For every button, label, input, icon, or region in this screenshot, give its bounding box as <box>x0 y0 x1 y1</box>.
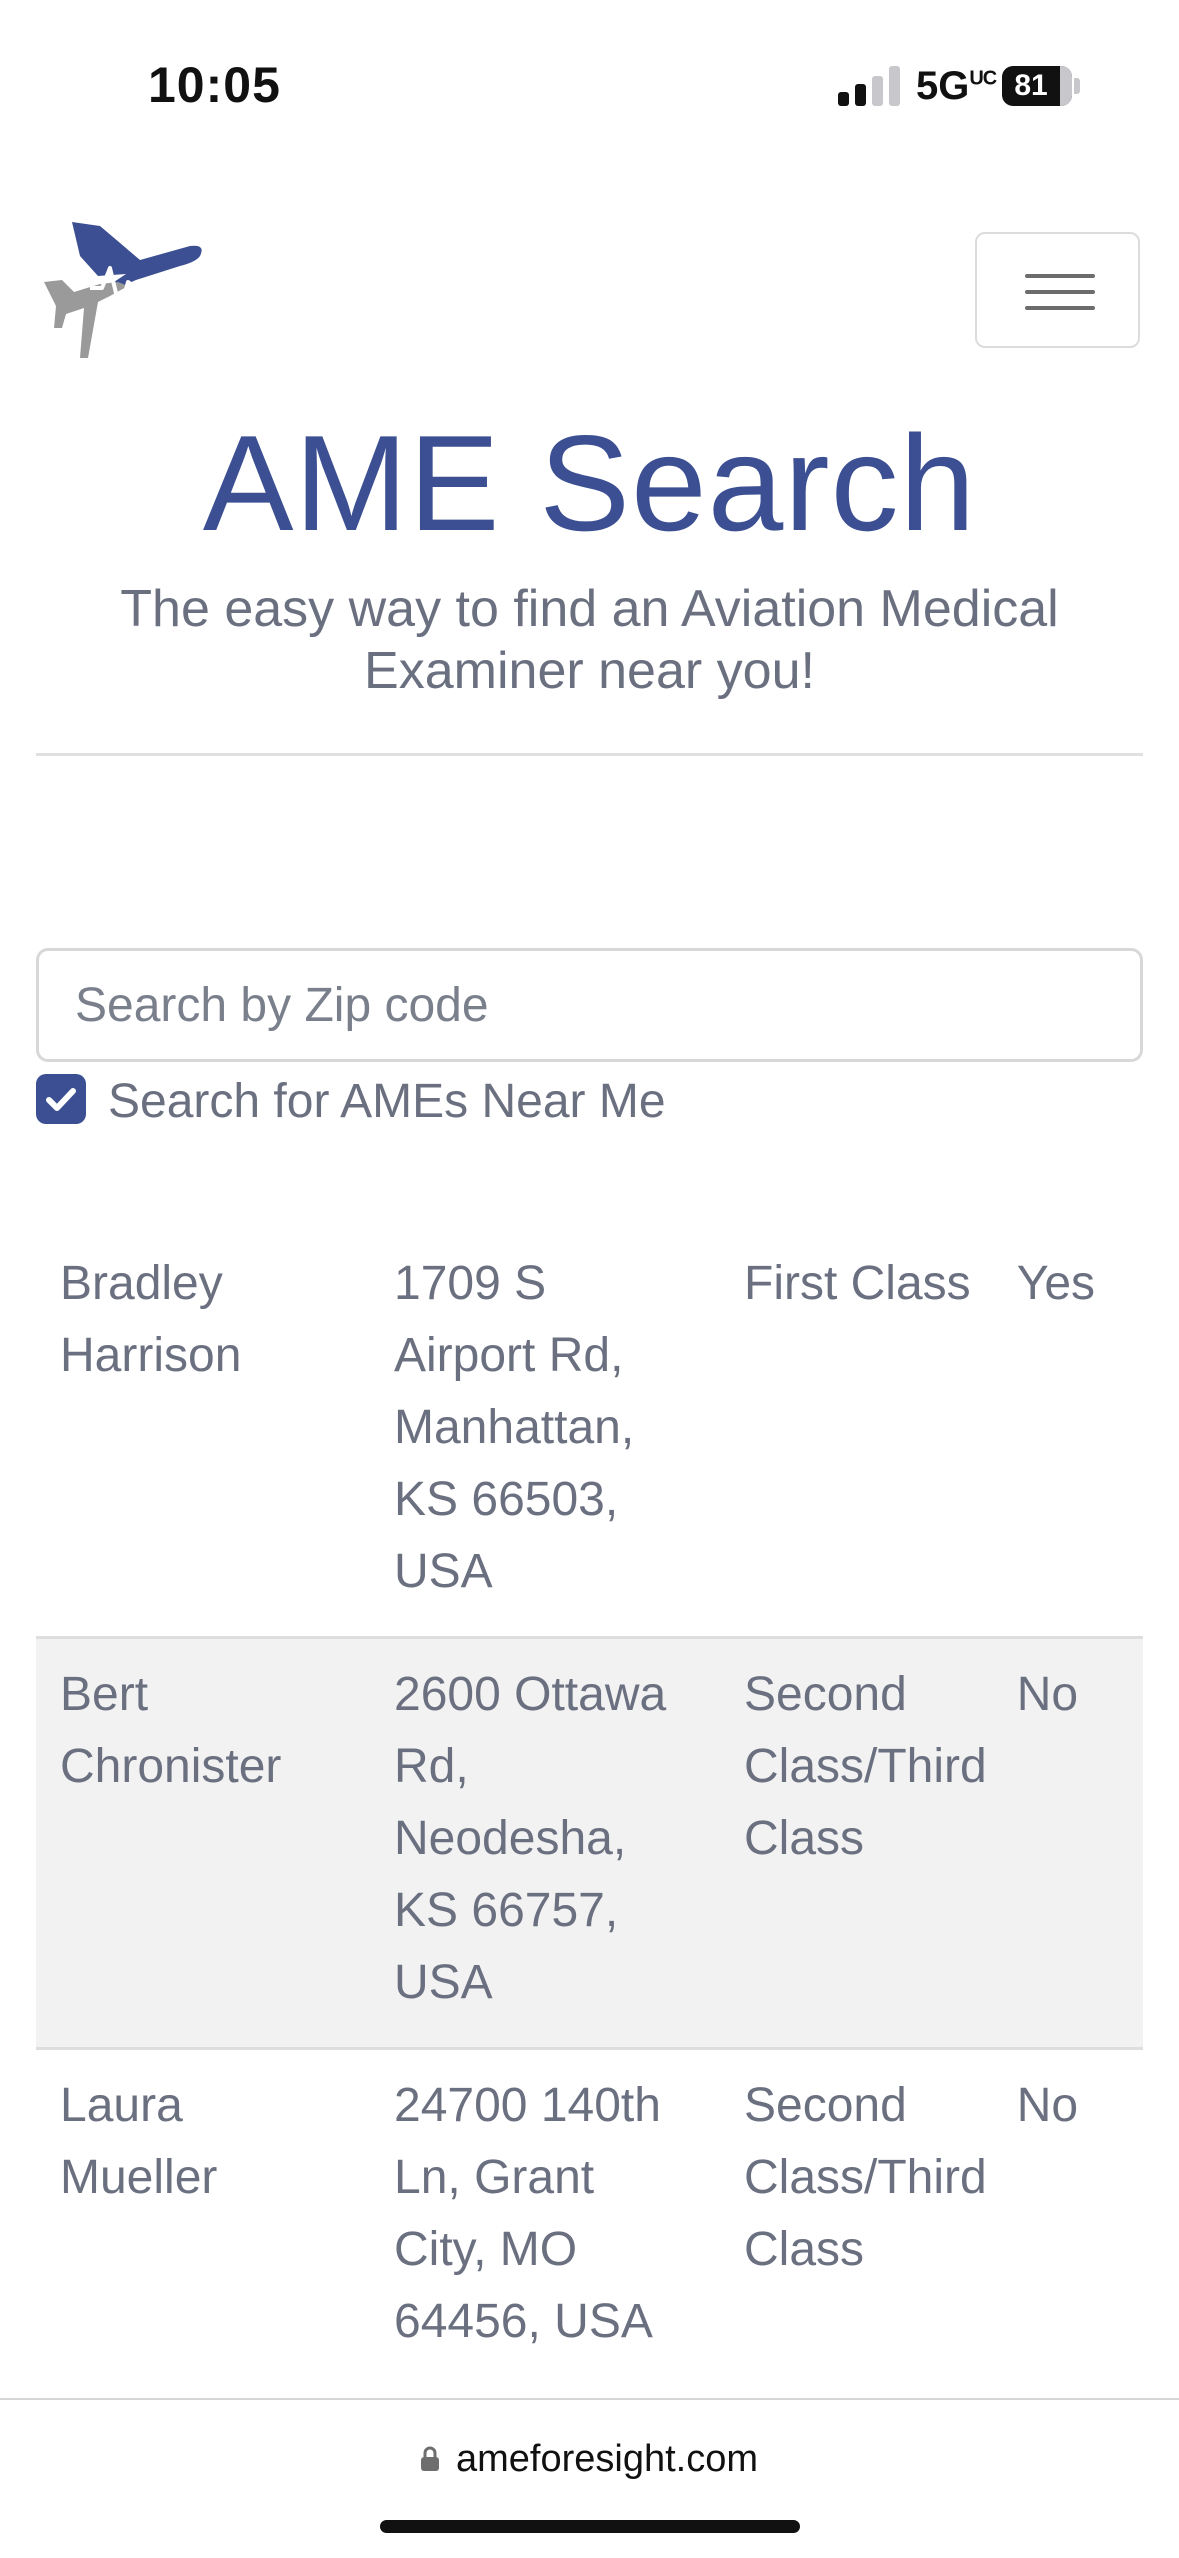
network-label: 5GUC <box>916 64 997 108</box>
near-me-checkbox[interactable] <box>36 1074 86 1124</box>
airplane-logo-icon[interactable] <box>40 218 205 363</box>
ame-name: Bradley Harrison <box>60 1257 242 1382</box>
signal-icon <box>838 66 900 106</box>
near-me-label: Search for AMEs Near Me <box>108 1075 666 1128</box>
table-row[interactable]: Bradley Harrison 1709 S Airport Rd, Manh… <box>36 1228 1143 1638</box>
ame-class: First Class <box>744 1257 971 1310</box>
page-subtitle: The easy way to find an Aviation Medical… <box>120 580 1059 700</box>
url-text: ameforesight.com <box>456 2438 759 2480</box>
hamburger-menu-button[interactable] <box>975 232 1140 348</box>
ame-flag: No <box>996 2047 1143 2386</box>
page-title: AME Search <box>202 407 977 559</box>
ame-address: 2600 Ottawa Rd, Neodesha, KS 66757, USA <box>370 1636 720 2049</box>
battery-level: 81 <box>1014 69 1048 102</box>
ame-name: Bert Chronister <box>36 1636 370 2049</box>
ame-address: 1709 S Airport Rd, Manhattan, KS 66503, … <box>394 1257 635 1598</box>
battery-icon: 81 <box>1002 66 1082 106</box>
home-indicator[interactable] <box>380 2520 800 2533</box>
ame-flag: Yes <box>1016 1257 1096 1310</box>
zip-search-input[interactable] <box>36 948 1143 1062</box>
status-bar: 10:05 5GUC 81 <box>0 0 1179 150</box>
checkmark-icon <box>46 1088 76 1111</box>
divider <box>36 753 1143 756</box>
ame-class: Second Class/Third Class <box>720 1636 997 2049</box>
ame-address: 24700 140th Ln, Grant City, MO 64456, US… <box>370 2047 720 2386</box>
browser-url-bar[interactable]: ameforesight.com <box>0 2398 1179 2558</box>
ame-name: Laura Mueller <box>36 2047 370 2386</box>
table-row[interactable]: Bert Chronister 2600 Ottawa Rd, Neodesha… <box>36 1636 1143 2049</box>
status-time: 10:05 <box>148 57 281 113</box>
table-row[interactable]: Laura Mueller 24700 140th Ln, Grant City… <box>36 2047 1143 2386</box>
results-table: Bradley Harrison 1709 S Airport Rd, Manh… <box>36 1228 1143 2386</box>
ame-flag: No <box>996 1636 1143 2049</box>
lock-icon <box>421 2446 439 2471</box>
ame-class: Second Class/Third Class <box>720 2047 997 2386</box>
